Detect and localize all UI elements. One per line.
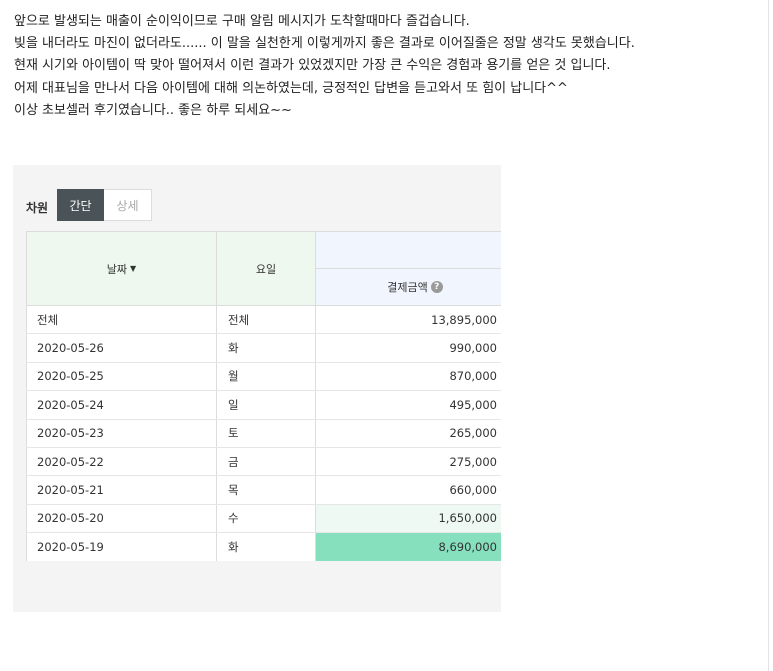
cell-amount: 660,000 xyxy=(449,483,497,498)
table-row: 2020-05-20 수 1,650,000 xyxy=(26,504,501,534)
cell-day: 토 xyxy=(217,419,316,447)
view-simple-button[interactable]: 간단 xyxy=(57,189,104,221)
column-header-date[interactable]: 날짜 ▼ xyxy=(26,231,217,306)
column-group-header xyxy=(315,231,501,269)
cell-day: 일 xyxy=(217,391,316,419)
cell-amount: 870,000 xyxy=(449,369,497,384)
sales-report-panel: 차원 간단 상세 날짜 ▼ 요일 결제금액 ? 전체 전체 13,895,000 20… xyxy=(13,165,501,612)
cell-day: 수 xyxy=(217,504,316,533)
column-header-amount-label: 결제금액 xyxy=(387,281,428,294)
cell-amount: 495,000 xyxy=(449,397,497,412)
cell-day: 금 xyxy=(217,447,316,476)
cell-amount: 1,650,000 xyxy=(316,504,501,533)
post-line: 현재 시기와 아이템이 딱 맞아 떨어져서 이런 결과가 있었겠지만 가장 큰 … xyxy=(14,58,611,74)
cell-date: 2020-05-19 xyxy=(26,533,217,561)
table-row: 2020-05-25 월 870,000 xyxy=(26,362,501,392)
post-line: 빚을 내더라도 마진이 없더라도...... 이 말을 실천한게 이렇게까지 좋… xyxy=(14,36,635,52)
cell-day: 전체 xyxy=(217,306,316,334)
table-row: 2020-05-19 화 8,690,000 xyxy=(26,533,501,561)
cell-day: 목 xyxy=(217,476,316,504)
help-icon[interactable]: ? xyxy=(430,281,443,293)
column-header-day: 요일 xyxy=(216,231,316,306)
column-header-date-label: 날짜 xyxy=(106,262,128,276)
cell-date: 2020-05-25 xyxy=(26,362,217,391)
cell-amount: 275,000 xyxy=(449,454,497,469)
table-row: 2020-05-23 토 265,000 xyxy=(26,419,501,448)
table-row-total: 전체 전체 13,895,000 xyxy=(26,306,501,335)
column-header-day-label: 요일 xyxy=(255,262,277,276)
post-line: 앞으로 발생되는 매출이 순이익이므로 구매 알림 메시지가 도착할때마다 즐겁… xyxy=(14,14,470,29)
column-header-amount: 결제금액 ? xyxy=(315,268,501,306)
cell-day: 화 xyxy=(217,334,316,362)
cell-date: 전체 xyxy=(26,306,217,334)
cell-amount: 13,895,000 xyxy=(431,312,497,327)
cell-amount: 265,000 xyxy=(449,426,497,441)
cell-date: 2020-05-26 xyxy=(26,334,217,362)
caret-down-icon: ▼ xyxy=(130,264,137,273)
post-line: 어제 대표님을 만나서 다음 아이템에 대해 의논하였는데, 긍정적인 답변을 … xyxy=(14,80,568,96)
table-row: 2020-05-24 일 495,000 xyxy=(26,391,501,420)
cell-date: 2020-05-21 xyxy=(26,476,217,504)
cell-date: 2020-05-23 xyxy=(26,419,217,447)
post-line: 이상 초보셀러 후기였습니다.. 좋은 하루 되세요~~ xyxy=(14,102,292,118)
page-divider xyxy=(768,0,769,671)
view-detail-button[interactable]: 상세 xyxy=(104,189,152,221)
table-body: 전체 전체 13,895,000 2020-05-26 화 990,000 2020-05-… xyxy=(26,306,501,561)
table-row: 2020-05-26 화 990,000 xyxy=(26,334,501,363)
table-row: 2020-05-22 금 275,000 xyxy=(26,447,501,477)
cell-date: 2020-05-24 xyxy=(26,391,217,419)
post-body: 앞으로 발생되는 매출이 순이익이므로 구매 알림 메시지가 도착할때마다 즐겁… xyxy=(14,11,635,122)
sales-table: 날짜 ▼ 요일 결제금액 ? 전체 전체 13,895,000 2020-05-26 화… xyxy=(26,231,501,561)
cell-day: 월 xyxy=(217,362,316,391)
cell-amount: 990,000 xyxy=(449,341,497,356)
cell-amount: 8,690,000 xyxy=(316,533,501,561)
dimension-label: 차원 xyxy=(26,201,49,215)
table-row: 2020-05-21 목 660,000 xyxy=(26,476,501,505)
cell-date: 2020-05-22 xyxy=(26,447,217,476)
cell-date: 2020-05-20 xyxy=(26,504,217,533)
cell-day: 화 xyxy=(217,533,316,561)
